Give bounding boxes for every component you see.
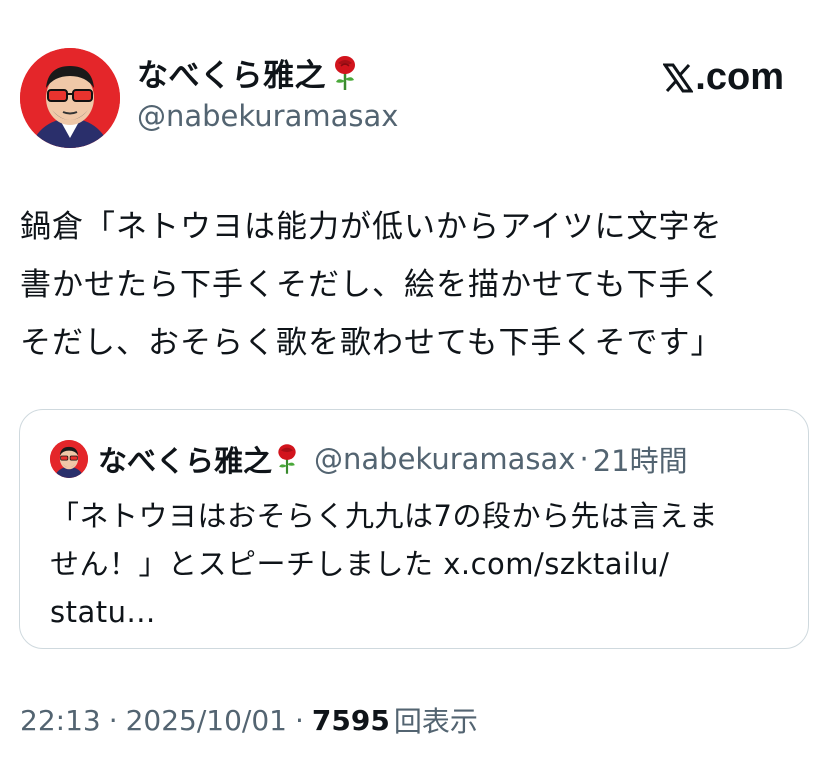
author-handle[interactable]: @nabekuramasax	[137, 99, 398, 133]
author-name-text: なべくら雅之	[137, 58, 326, 94]
tweet-date[interactable]: 2025/10/01	[126, 704, 287, 737]
quoted-tweet-text: 「ネトウヨはおそらく九九は7の段から先は言えま せん！」とスピーチしました x.…	[50, 492, 790, 636]
tweet-screenshot: なべくら雅之 @nabekuramasax .com 鍋倉「ネトウヨは能力が低い…	[0, 0, 828, 765]
tweet-time[interactable]: 22:13	[20, 704, 101, 737]
quoted-tweet-text-content: 「ネトウヨはおそらく九九は7の段から先は言えま せん！」とスピーチしました x.…	[50, 499, 718, 629]
x-brand: .com	[663, 56, 784, 99]
author-name[interactable]: なべくら雅之	[137, 50, 360, 95]
meta-separator: ·	[295, 703, 304, 737]
tweet-meta: 22:13 · 2025/10/01 · 7595 回表示	[20, 700, 478, 740]
view-count: 7595	[311, 703, 390, 737]
author-avatar[interactable]	[20, 48, 120, 148]
quoted-tweet-header: なべくら雅之 @nabekuramasax · 21時間	[50, 438, 688, 480]
quoted-tweet-card[interactable]: なべくら雅之 @nabekuramasax · 21時間 「ネトウヨはおそらく九…	[19, 409, 809, 649]
quoted-separator: ·	[579, 442, 589, 476]
quoted-author-name-text: なべくら雅之	[98, 444, 273, 478]
rose-icon	[278, 444, 296, 474]
rose-icon	[335, 55, 355, 90]
tweet-text: 鍋倉「ネトウヨは能力が低いからアイツに文字を 書かせたら下手くそだし、絵を描かせ…	[20, 209, 723, 361]
avatar-illustration	[50, 440, 88, 478]
meta-separator: ·	[108, 703, 118, 737]
view-count-label: 回表示	[393, 705, 478, 738]
quoted-author-avatar[interactable]	[50, 440, 88, 478]
avatar-illustration	[20, 48, 120, 148]
quoted-author-handle[interactable]: @nabekuramasax	[314, 442, 575, 476]
x-logo-icon	[663, 63, 694, 92]
quoted-author-name[interactable]: なべくら雅之	[98, 438, 300, 480]
quoted-timestamp[interactable]: 21時間	[593, 438, 688, 480]
brand-domain: .com	[695, 56, 784, 98]
